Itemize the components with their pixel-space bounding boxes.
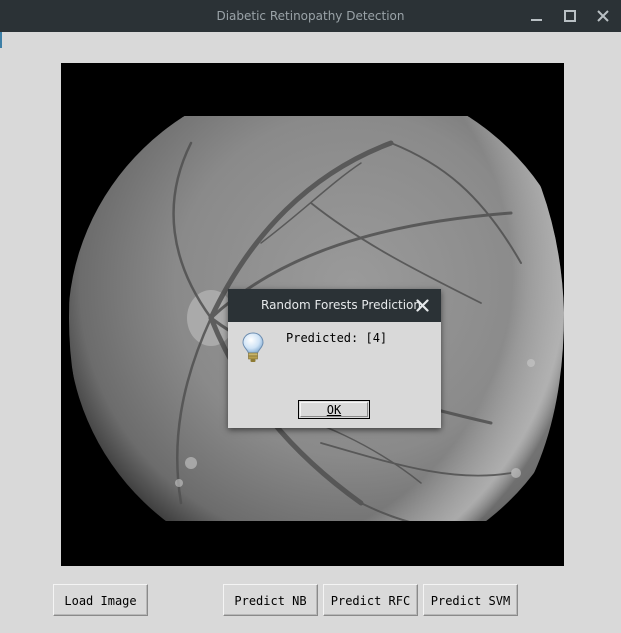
- minimize-icon[interactable]: [528, 7, 546, 25]
- close-icon[interactable]: [594, 7, 612, 25]
- load-image-button[interactable]: Load Image: [53, 584, 148, 616]
- lightbulb-icon: [242, 332, 264, 364]
- ok-button-label: OK: [300, 402, 368, 417]
- predict-nb-button[interactable]: Predict NB: [223, 584, 318, 616]
- app-window: Diabetic Retinopathy Detection Load Imag…: [0, 0, 621, 633]
- dialog-title: Random Forests Prediction: [261, 298, 422, 312]
- dialog-titlebar[interactable]: Random Forests Prediction: [228, 289, 441, 322]
- ok-button[interactable]: OK: [298, 400, 370, 419]
- predict-rfc-button[interactable]: Predict RFC: [323, 584, 418, 616]
- close-icon[interactable]: [416, 299, 429, 312]
- window-edge-accent: [0, 32, 2, 48]
- prediction-dialog: Random Forests Prediction Predicted: [4]…: [228, 289, 441, 428]
- predict-svm-button[interactable]: Predict SVM: [423, 584, 518, 616]
- prediction-message: Predicted: [4]: [286, 331, 388, 345]
- maximize-icon[interactable]: [561, 7, 579, 25]
- window-titlebar[interactable]: Diabetic Retinopathy Detection: [0, 0, 621, 32]
